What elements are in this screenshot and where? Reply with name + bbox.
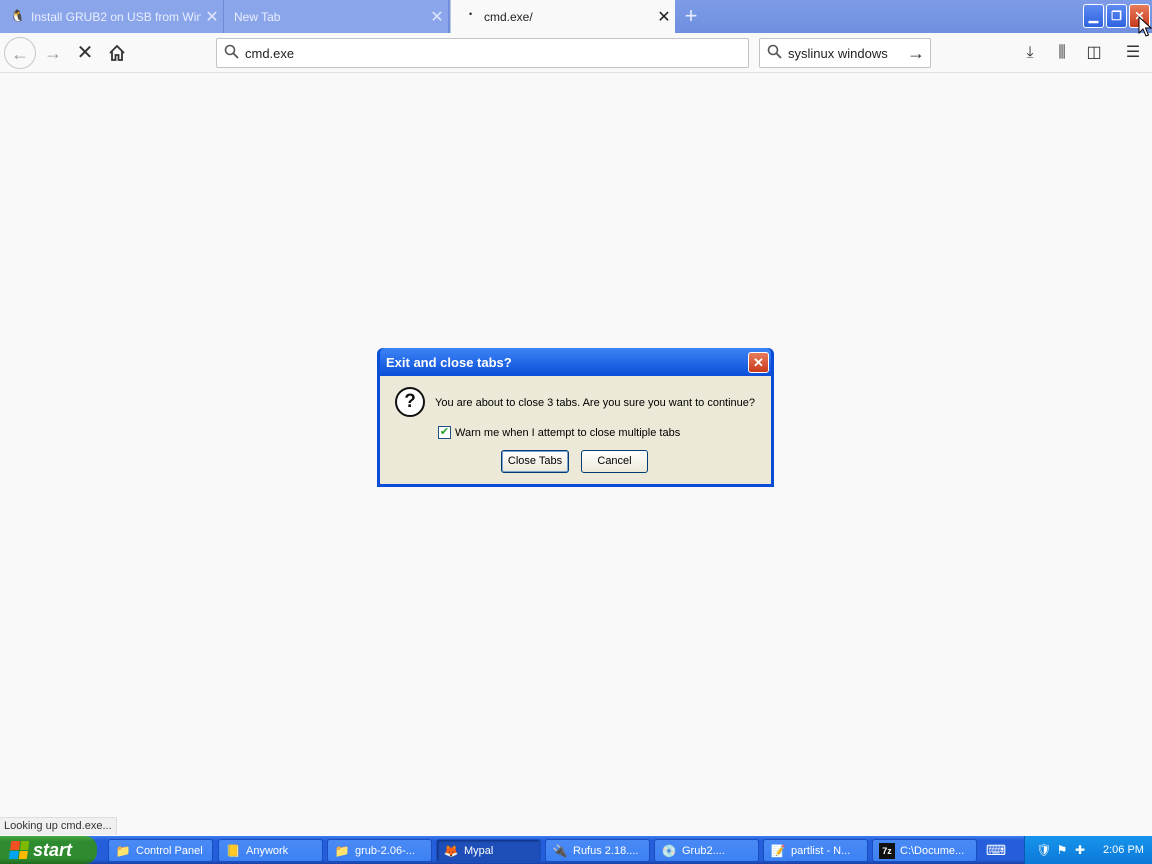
taskbar-item-label: C:\Docume... — [900, 844, 965, 857]
home-button[interactable] — [101, 37, 133, 69]
question-icon: ? — [395, 387, 425, 417]
back-button[interactable]: ← — [4, 37, 36, 69]
url-text: cmd.exe — [245, 45, 295, 61]
search-icon — [217, 44, 245, 63]
warn-checkbox-row[interactable]: ✔ Warn me when I attempt to close multip… — [438, 426, 680, 439]
antivirus-icon[interactable]: ✚ — [1071, 843, 1089, 857]
library-button[interactable]: ⫼ — [1050, 42, 1074, 64]
arrow-right-icon: → — [44, 43, 62, 63]
taskbar: start 📁 Control Panel 📒 Anywork 📁 grub-2… — [0, 836, 1152, 864]
dialog-titlebar[interactable]: Exit and close tabs? ✕ — [380, 348, 771, 376]
close-icon[interactable]: ✕ — [426, 7, 448, 27]
taskbar-item-label: Control Panel — [136, 844, 203, 857]
keyboard-icon[interactable]: ⌨ — [981, 839, 1011, 862]
taskbar-item-control-panel[interactable]: 📁 Control Panel — [108, 839, 213, 862]
home-icon — [109, 44, 125, 61]
clock: 2:06 PM — [1103, 844, 1144, 856]
taskbar-item-label: Rufus 2.18.... — [573, 844, 639, 857]
taskbar-item-label: grub-2.06-... — [355, 844, 415, 857]
close-tabs-button[interactable]: Close Tabs — [501, 450, 569, 473]
taskbar-item-partlist[interactable]: 📝 partlist - N... — [763, 839, 868, 862]
security-icon[interactable]: ⚑ — [1053, 843, 1071, 857]
system-tray: 🛡 ⚑ ✚ 2:06 PM — [1024, 836, 1152, 864]
close-icon[interactable]: ✕ — [201, 7, 223, 27]
tab-title: cmd.exe/ — [484, 9, 533, 24]
tab-cmd-exe[interactable]: • cmd.exe/ ✕ — [450, 0, 675, 33]
dialog-message: You are about to close 3 tabs. Are you s… — [435, 397, 756, 409]
tab-strip: 🐧 Install GRUB2 on USB from Windo ✕ New … — [0, 0, 1152, 33]
warn-checkbox[interactable]: ✔ — [438, 426, 451, 439]
mouse-cursor-icon — [1138, 16, 1152, 37]
start-label: start — [33, 839, 73, 860]
search-icon — [760, 44, 788, 63]
sidebar-button[interactable]: ◫ — [1082, 42, 1106, 64]
library-icon: ⫼ — [1058, 44, 1066, 61]
arrow-left-icon: ← — [11, 44, 29, 64]
cancel-button[interactable]: Cancel — [581, 450, 648, 473]
tab-new-tab[interactable]: New Tab ✕ — [224, 0, 449, 33]
taskbar-item-label: Anywork — [246, 844, 289, 857]
minimize-button[interactable]: ▁ — [1083, 4, 1104, 28]
folder-icon: 📁 — [115, 843, 131, 858]
taskbar-item-label: Mypal — [464, 844, 494, 857]
notepad-icon: 📝 — [770, 843, 786, 858]
restore-button[interactable]: ❐ — [1106, 4, 1127, 28]
close-icon[interactable]: ✕ — [653, 7, 675, 27]
hamburger-icon: ☰ — [1125, 44, 1141, 61]
taskbar-item-grub2[interactable]: 💿 Grub2.... — [654, 839, 759, 862]
7zip-icon: 7z — [879, 842, 895, 859]
taskbar-item-grub-folder[interactable]: 📁 grub-2.06-... — [327, 839, 432, 862]
dialog-close-button[interactable]: ✕ — [748, 351, 769, 373]
dialog-body: ? You are about to close 3 tabs. Are you… — [380, 376, 771, 484]
taskbar-item-rufus[interactable]: 🔌 Rufus 2.18.... — [545, 839, 650, 862]
notebook-icon: 📒 — [225, 843, 241, 858]
windows-logo-icon — [8, 841, 30, 859]
taskbar-item-mypal[interactable]: 🦊 Mypal — [436, 839, 541, 862]
sidebar-icon: ◫ — [1086, 44, 1102, 61]
new-tab-button[interactable]: + — [678, 2, 704, 30]
tab-title: New Tab — [234, 9, 281, 24]
taskbar-item-anywork[interactable]: 📒 Anywork — [218, 839, 323, 862]
minimize-icon: ▁ — [1088, 9, 1099, 23]
dialog-title: Exit and close tabs? — [386, 354, 512, 370]
usb-icon: 🔌 — [552, 843, 568, 858]
tab-title: Install GRUB2 on USB from Windo — [31, 9, 201, 24]
shield-icon[interactable]: 🛡 — [1035, 843, 1053, 857]
folder-icon: 📁 — [334, 843, 350, 858]
downloads-button[interactable]: ⤓ — [1018, 42, 1042, 64]
exit-close-tabs-dialog: Exit and close tabs? ✕ ? You are about t… — [377, 348, 774, 487]
mypal-icon: 🦊 — [443, 843, 459, 858]
taskbar-item-label: Grub2.... — [682, 844, 725, 857]
start-button[interactable]: start — [0, 836, 97, 864]
status-text: Looking up cmd.exe... — [0, 817, 117, 835]
taskbar-item-label: partlist - N... — [791, 844, 851, 857]
taskbar-item-7zip[interactable]: 7z C:\Docume... — [872, 839, 977, 862]
menu-button[interactable]: ☰ — [1121, 42, 1145, 64]
go-arrow-icon[interactable]: → — [902, 43, 930, 64]
disc-icon: 💿 — [661, 843, 677, 858]
search-text: syslinux windows — [788, 45, 888, 61]
warn-checkbox-label: Warn me when I attempt to close multiple… — [455, 426, 681, 439]
tux-icon: 🐧 — [10, 8, 25, 23]
download-icon: ⤓ — [1026, 44, 1034, 61]
restore-icon: ❐ — [1111, 9, 1122, 23]
url-bar[interactable]: cmd.exe — [216, 38, 749, 68]
stop-x-icon: ✕ — [76, 42, 94, 64]
search-bar[interactable]: syslinux windows → — [759, 38, 931, 68]
stop-button[interactable]: ✕ — [69, 37, 101, 69]
loading-dot-icon: • — [469, 8, 473, 19]
forward-button[interactable]: → — [37, 37, 69, 69]
tab-install-grub2[interactable]: 🐧 Install GRUB2 on USB from Windo ✕ — [0, 0, 224, 33]
navigation-toolbar: ← → ✕ cmd.exe syslinux windows → ⤓ ⫼ ◫ ☰ — [0, 33, 1152, 73]
